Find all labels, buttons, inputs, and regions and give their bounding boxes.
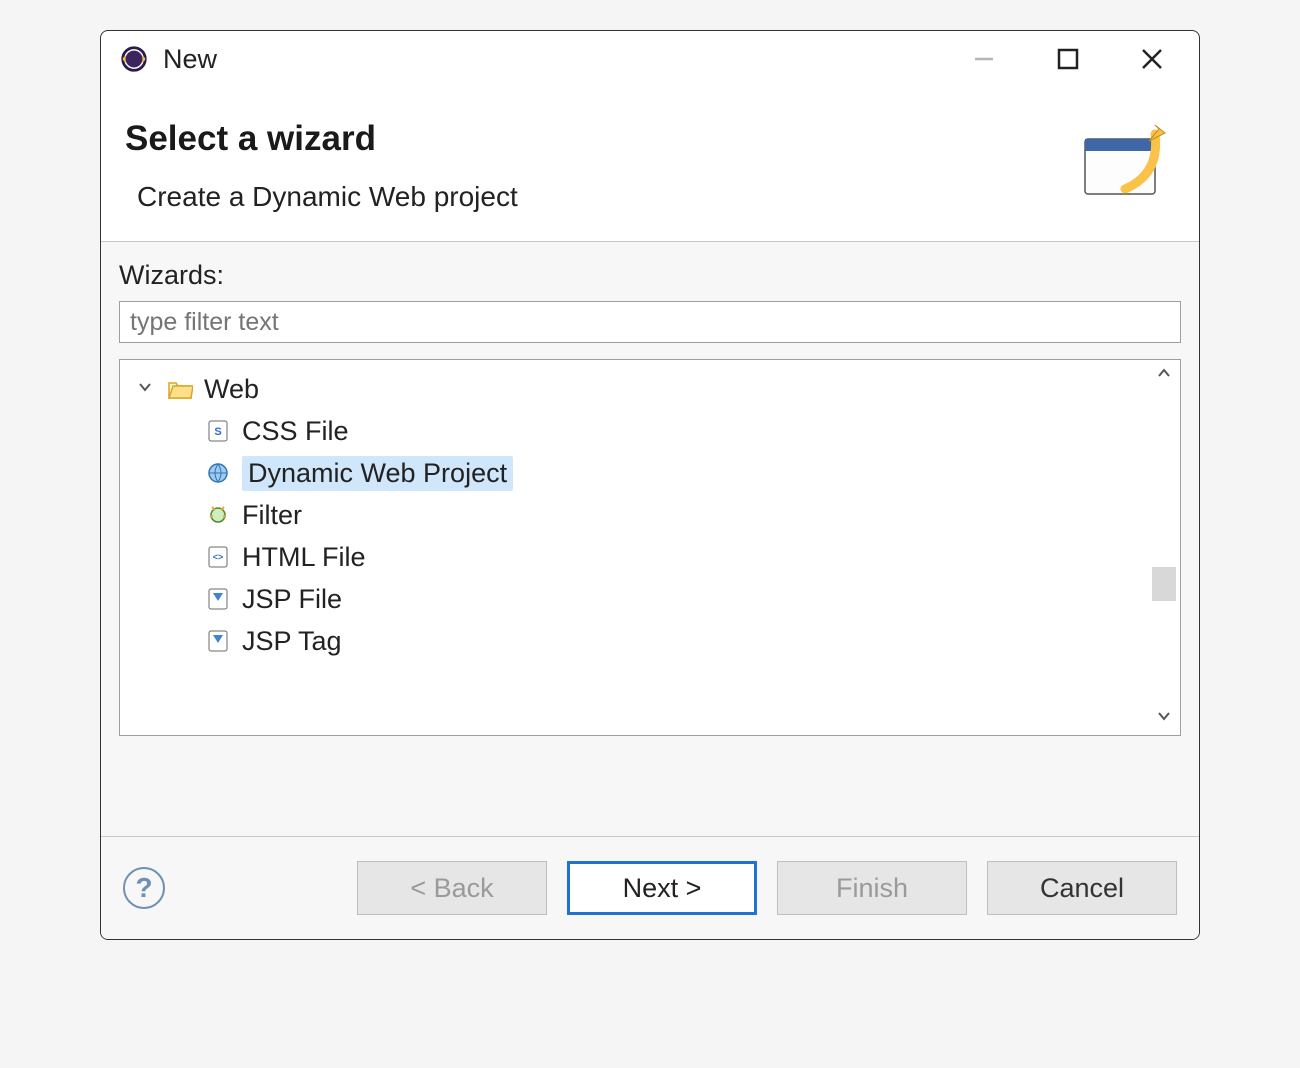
- jsp-file-icon: [204, 585, 232, 613]
- body: Wizards: Web S CSS File: [101, 242, 1199, 836]
- minimize-button[interactable]: [967, 42, 1001, 76]
- window-title: New: [163, 44, 217, 75]
- header: Select a wizard Create a Dynamic Web pro…: [101, 87, 1199, 242]
- css-file-icon: S: [204, 417, 232, 445]
- folder-open-icon: [166, 375, 194, 403]
- button-bar: < Back Next > Finish Cancel: [357, 861, 1177, 915]
- chevron-down-icon[interactable]: [134, 378, 156, 401]
- svg-text:S: S: [214, 426, 221, 438]
- tree-item-jsp-file[interactable]: JSP File: [120, 578, 1148, 620]
- svg-text:<>: <>: [213, 552, 224, 562]
- maximize-button[interactable]: [1051, 42, 1085, 76]
- filter-input[interactable]: [119, 301, 1181, 343]
- close-button[interactable]: [1135, 42, 1169, 76]
- jsp-tag-icon: [204, 627, 232, 655]
- wizard-tree[interactable]: Web S CSS File Dynamic Web Project: [120, 360, 1148, 735]
- web-project-icon: [204, 459, 232, 487]
- window-controls: [967, 42, 1181, 76]
- wizard-banner-icon: [1065, 119, 1175, 209]
- page-title: Select a wizard: [125, 119, 1065, 159]
- tree-item-html-file[interactable]: <> HTML File: [120, 536, 1148, 578]
- help-icon[interactable]: ?: [123, 867, 165, 909]
- tree-item-label: HTML File: [242, 542, 366, 573]
- tree-item-label: JSP File: [242, 584, 342, 615]
- footer: ? < Back Next > Finish Cancel: [101, 836, 1199, 939]
- tree-item-dynamic-web-project[interactable]: Dynamic Web Project: [120, 452, 1148, 494]
- filter-icon: [204, 501, 232, 529]
- scroll-down-icon[interactable]: [1156, 707, 1172, 731]
- eclipse-icon: [119, 44, 149, 74]
- tree-folder-web[interactable]: Web: [120, 368, 1148, 410]
- cancel-button[interactable]: Cancel: [987, 861, 1177, 915]
- page-description: Create a Dynamic Web project: [137, 181, 1065, 213]
- tree-item-label: JSP Tag: [242, 626, 342, 657]
- tree-folder-label: Web: [204, 374, 259, 405]
- html-file-icon: <>: [204, 543, 232, 571]
- vertical-scrollbar[interactable]: [1148, 360, 1180, 735]
- tree-item-label: Filter: [242, 500, 302, 531]
- tree-item-jsp-tag[interactable]: JSP Tag: [120, 620, 1148, 662]
- tree-item-css-file[interactable]: S CSS File: [120, 410, 1148, 452]
- next-button[interactable]: Next >: [567, 861, 757, 915]
- tree-container: Web S CSS File Dynamic Web Project: [119, 359, 1181, 736]
- tree-item-filter[interactable]: Filter: [120, 494, 1148, 536]
- tree-item-label: Dynamic Web Project: [248, 458, 507, 488]
- finish-button[interactable]: Finish: [777, 861, 967, 915]
- back-button[interactable]: < Back: [357, 861, 547, 915]
- dialog-window: New Select a wizard Create a Dynamic Web…: [100, 30, 1200, 940]
- tree-item-label: CSS File: [242, 416, 349, 447]
- scroll-track[interactable]: [1148, 388, 1180, 707]
- scroll-thumb[interactable]: [1152, 567, 1176, 601]
- wizards-label: Wizards:: [119, 260, 1181, 291]
- titlebar: New: [101, 31, 1199, 87]
- scroll-up-icon[interactable]: [1156, 364, 1172, 388]
